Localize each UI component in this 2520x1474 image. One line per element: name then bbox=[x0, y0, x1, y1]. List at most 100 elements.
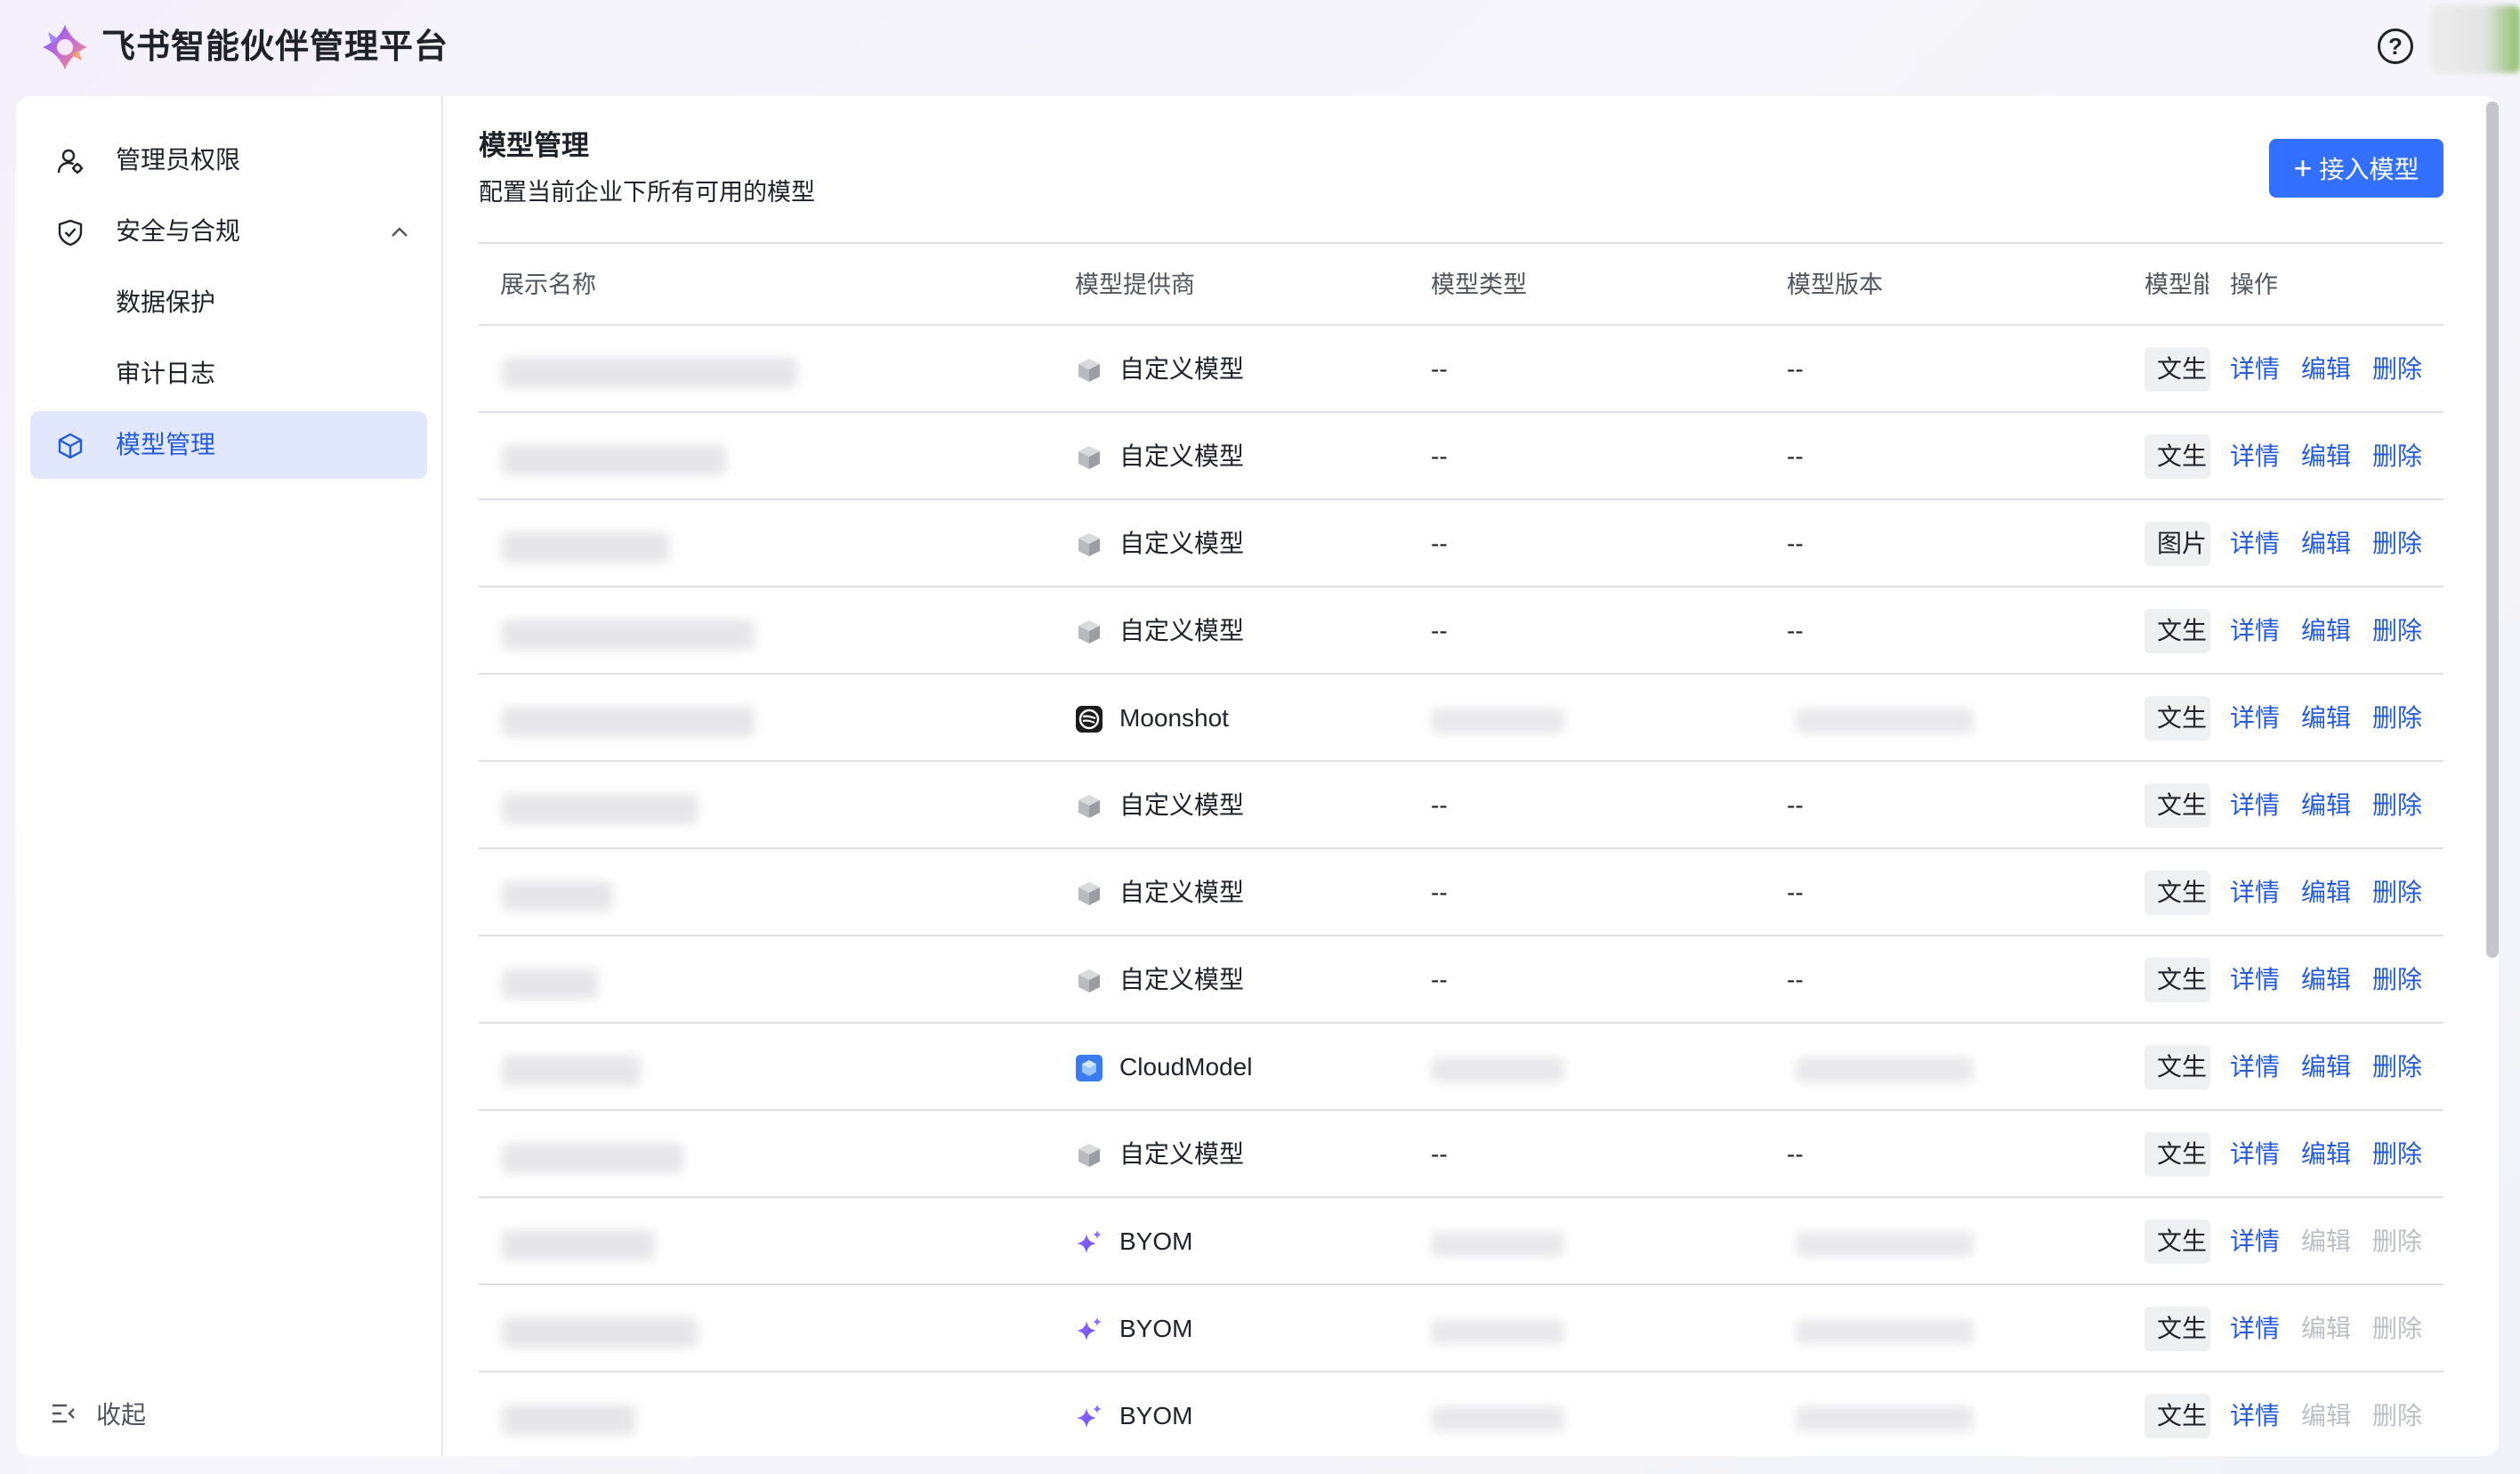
edit-link[interactable]: 编辑 bbox=[2301, 789, 2351, 822]
delete-link[interactable]: 删除 bbox=[2372, 876, 2422, 910]
model-version-redacted bbox=[1796, 1406, 1974, 1431]
column-header-model-version: 模型版本 bbox=[1787, 271, 1883, 298]
sidebar-item-label: 数据保护 bbox=[116, 288, 216, 316]
help-icon[interactable]: ? bbox=[2378, 28, 2413, 64]
provider-name: 自定义模型 bbox=[1119, 879, 1245, 906]
main-panel: 模型管理 配置当前企业下所有可用的模型 + 接入模型 展示名称 模型提供商 模型… bbox=[443, 96, 2499, 1456]
model-type: -- bbox=[1431, 879, 1448, 906]
table-row: 自定义模型 -- -- 文生 详情 编辑 删除 bbox=[479, 762, 2443, 849]
edit-link[interactable]: 编辑 bbox=[2301, 440, 2351, 474]
delete-link[interactable]: 删除 bbox=[2372, 440, 2422, 474]
capability-tag: 文生 bbox=[2144, 871, 2210, 915]
add-model-button[interactable]: + 接入模型 bbox=[2269, 139, 2443, 198]
custom-model-icon bbox=[1078, 1144, 1100, 1167]
sidebar-item-model-management[interactable]: 模型管理 bbox=[30, 411, 427, 479]
display-name-redacted bbox=[502, 1405, 635, 1435]
model-version: -- bbox=[1787, 617, 1804, 644]
edit-link[interactable]: 编辑 bbox=[2301, 352, 2351, 386]
edit-link[interactable]: 编辑 bbox=[2301, 963, 2351, 997]
edit-link[interactable]: 编辑 bbox=[2301, 1138, 2351, 1171]
delete-link[interactable]: 删除 bbox=[2372, 701, 2422, 735]
detail-link[interactable]: 详情 bbox=[2230, 614, 2280, 648]
detail-link[interactable]: 详情 bbox=[2230, 440, 2280, 474]
edit-link[interactable]: 编辑 bbox=[2301, 876, 2351, 910]
capability-tag: 图片 bbox=[2144, 522, 2210, 566]
scrollbar-thumb[interactable] bbox=[2486, 101, 2499, 958]
sidebar-item-label: 管理员权限 bbox=[116, 146, 241, 174]
chevron-up-icon[interactable] bbox=[388, 221, 411, 244]
collapse-button[interactable]: 收起 bbox=[50, 1387, 146, 1440]
provider-name: 自定义模型 bbox=[1119, 966, 1245, 993]
capability-tag: 文生 bbox=[2144, 434, 2210, 479]
provider-name: CloudModel bbox=[1119, 1053, 1253, 1081]
model-type: -- bbox=[1431, 355, 1448, 383]
custom-model-icon bbox=[1078, 446, 1100, 469]
model-type-redacted bbox=[1431, 1319, 1564, 1344]
display-name-redacted bbox=[502, 707, 755, 737]
edit-link[interactable]: 编辑 bbox=[2301, 614, 2351, 648]
provider-name: BYOM bbox=[1119, 1402, 1193, 1429]
cloudmodel-icon bbox=[1076, 1055, 1102, 1081]
delete-link: 删除 bbox=[2372, 1315, 2423, 1342]
capability-tag: 文生 bbox=[2144, 1394, 2210, 1438]
model-version-redacted bbox=[1796, 709, 1974, 733]
table-row: 自定义模型 -- -- 文生 详情 编辑 删除 bbox=[479, 326, 2443, 413]
sidebar-item-audit-log[interactable]: 审计日志 bbox=[30, 340, 427, 408]
detail-link[interactable]: 详情 bbox=[2230, 1138, 2280, 1171]
sidebar-item-admin[interactable]: 管理员权限 bbox=[30, 126, 427, 194]
delete-link[interactable]: 删除 bbox=[2372, 352, 2422, 386]
detail-link[interactable]: 详情 bbox=[2230, 876, 2280, 910]
byom-sparkle-icon bbox=[1077, 1317, 1102, 1340]
model-type-redacted bbox=[1431, 709, 1564, 733]
provider-name: 自定义模型 bbox=[1119, 617, 1245, 644]
avatar[interactable] bbox=[2431, 5, 2520, 73]
table-header: 展示名称 模型提供商 模型类型 模型版本 模型能 操作 bbox=[479, 244, 2443, 326]
sidebar-item-security[interactable]: 安全与合规 bbox=[30, 198, 427, 265]
delete-link[interactable]: 删除 bbox=[2372, 527, 2422, 561]
delete-link[interactable]: 删除 bbox=[2372, 614, 2422, 648]
detail-link[interactable]: 详情 bbox=[2230, 789, 2280, 822]
model-version: -- bbox=[1787, 791, 1804, 819]
detail-link[interactable]: 详情 bbox=[2230, 352, 2280, 386]
detail-link[interactable]: 详情 bbox=[2230, 963, 2280, 997]
detail-link[interactable]: 详情 bbox=[2230, 701, 2280, 735]
detail-link[interactable]: 详情 bbox=[2230, 527, 2280, 561]
display-name-redacted bbox=[502, 1143, 683, 1173]
delete-link[interactable]: 删除 bbox=[2372, 789, 2422, 822]
display-name-redacted bbox=[502, 794, 698, 824]
table-row: 自定义模型 -- -- 文生 详情 编辑 删除 bbox=[479, 413, 2443, 500]
edit-link: 编辑 bbox=[2301, 1315, 2352, 1342]
sidebar-item-data-protection[interactable]: 数据保护 bbox=[30, 269, 427, 336]
edit-link[interactable]: 编辑 bbox=[2301, 527, 2351, 561]
model-version: -- bbox=[1787, 530, 1804, 557]
capability-tag: 文生 bbox=[2144, 1132, 2210, 1177]
detail-link[interactable]: 详情 bbox=[2230, 1399, 2280, 1433]
display-name-redacted bbox=[502, 1317, 698, 1348]
capability-tag: 文生 bbox=[2144, 696, 2210, 741]
table-row: 自定义模型 -- -- 图片 详情 编辑 删除 bbox=[479, 500, 2443, 587]
sidebar-item-label: 审计日志 bbox=[116, 360, 216, 387]
table-row: BYOM 文生 详情 编辑 删除 bbox=[479, 1285, 2443, 1373]
table-row: 自定义模型 -- -- 文生 详情 编辑 删除 bbox=[479, 587, 2443, 675]
detail-link[interactable]: 详情 bbox=[2230, 1050, 2280, 1084]
delete-link[interactable]: 删除 bbox=[2372, 1050, 2422, 1084]
delete-link[interactable]: 删除 bbox=[2372, 963, 2422, 997]
model-version: -- bbox=[1787, 1140, 1804, 1168]
model-version: -- bbox=[1787, 355, 1804, 383]
sidebar: 管理员权限 安全与合规 数据保护 审计日志 模型管理 收起 bbox=[16, 96, 443, 1456]
delete-link[interactable]: 删除 bbox=[2372, 1138, 2422, 1171]
detail-link[interactable]: 详情 bbox=[2230, 1225, 2280, 1259]
page-description: 配置当前企业下所有可用的模型 bbox=[479, 179, 815, 206]
provider-name: BYOM bbox=[1119, 1227, 1193, 1255]
edit-link[interactable]: 编辑 bbox=[2301, 1050, 2351, 1084]
provider-name: 自定义模型 bbox=[1119, 1140, 1245, 1168]
edit-link[interactable]: 编辑 bbox=[2301, 701, 2351, 735]
custom-model-icon bbox=[1078, 533, 1100, 556]
moonshot-icon bbox=[1076, 706, 1102, 733]
model-table: 展示名称 模型提供商 模型类型 模型版本 模型能 操作 自定义模型 -- -- 文生详… bbox=[479, 242, 2443, 1456]
model-version-redacted bbox=[1796, 1232, 1974, 1257]
app-logo-icon bbox=[43, 25, 87, 69]
detail-link[interactable]: 详情 bbox=[2230, 1312, 2280, 1346]
model-version: -- bbox=[1787, 879, 1804, 906]
table-row: Moonshot 文生 详情 编辑 删除 bbox=[479, 675, 2443, 762]
